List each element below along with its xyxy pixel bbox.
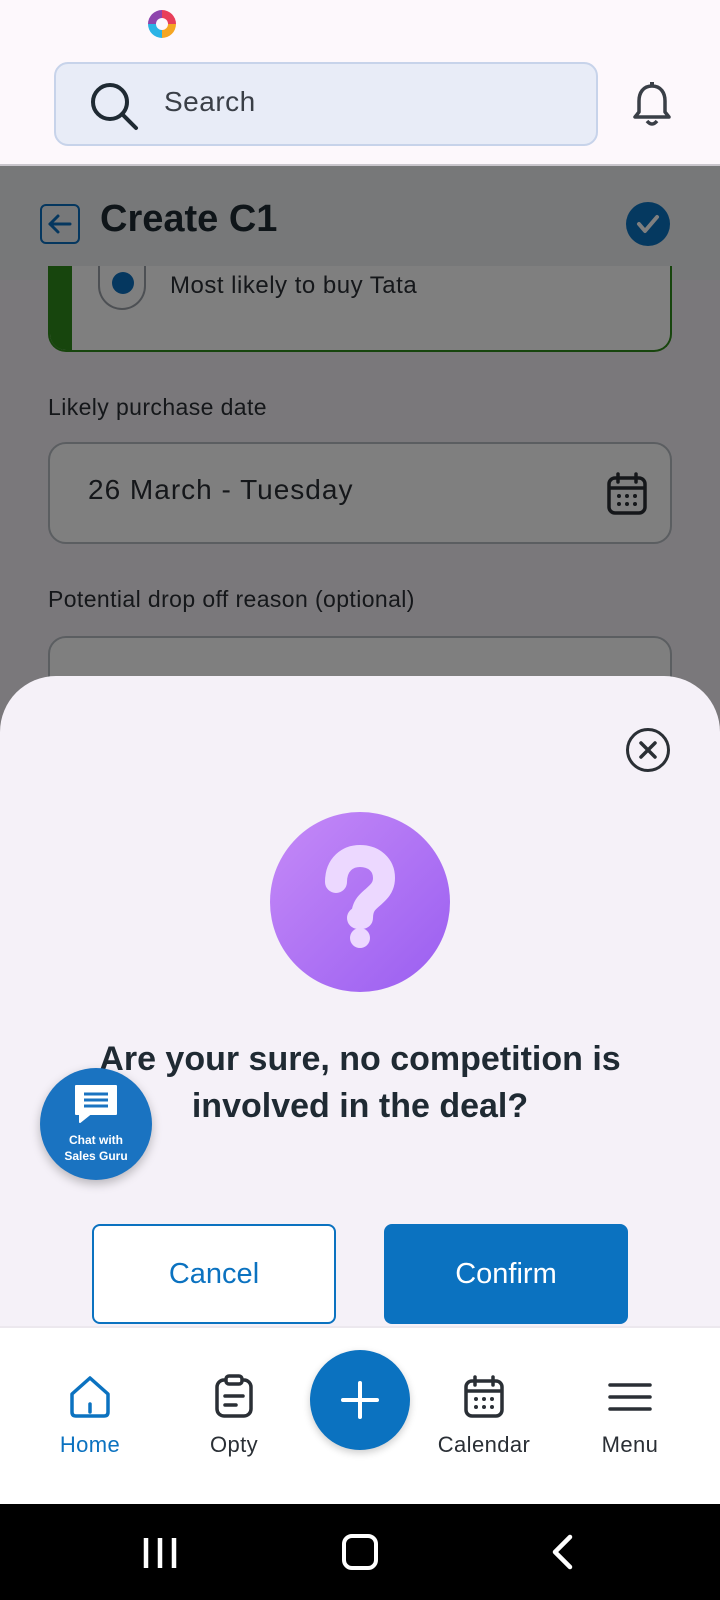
question-mark-icon bbox=[270, 812, 450, 992]
search-icon bbox=[91, 83, 138, 130]
search-input[interactable]: Search bbox=[54, 62, 598, 146]
add-button[interactable] bbox=[310, 1350, 410, 1450]
app-logo-icon bbox=[148, 10, 176, 38]
nav-label-opty: Opty bbox=[209, 1432, 259, 1457]
home-icon bbox=[70, 1376, 110, 1418]
recents-icon[interactable] bbox=[142, 1536, 178, 1570]
nav-item-menu[interactable]: Menu bbox=[560, 1328, 700, 1506]
clipboard-icon bbox=[215, 1374, 253, 1418]
plus-icon bbox=[341, 1381, 379, 1419]
back-nav-icon[interactable] bbox=[548, 1534, 576, 1570]
nav-label-menu: Menu bbox=[601, 1432, 659, 1457]
status-bar bbox=[0, 0, 720, 48]
chat-bubble-icon bbox=[75, 1085, 117, 1123]
confirm-button[interactable]: Confirm bbox=[384, 1224, 628, 1324]
confirmation-bottom-sheet: Are your sure, no competition is involve… bbox=[0, 676, 720, 1326]
chat-fab-label: Chat with Sales Guru bbox=[40, 1132, 152, 1164]
top-bar: Search bbox=[0, 48, 720, 166]
menu-icon bbox=[608, 1383, 652, 1411]
system-nav-bar bbox=[0, 1504, 720, 1600]
search-placeholder: Search bbox=[164, 86, 256, 117]
chat-fab-line2: Sales Guru bbox=[64, 1149, 128, 1163]
chat-sales-guru-button[interactable]: Chat with Sales Guru bbox=[40, 1068, 152, 1180]
home-nav-icon[interactable] bbox=[342, 1534, 378, 1570]
nav-label-home: Home bbox=[59, 1432, 121, 1457]
nav-item-opty[interactable]: Opty bbox=[164, 1328, 304, 1506]
nav-item-calendar[interactable]: Calendar bbox=[414, 1328, 554, 1506]
nav-label-calendar: Calendar bbox=[437, 1432, 531, 1457]
nav-item-home[interactable]: Home bbox=[20, 1328, 160, 1506]
close-icon[interactable] bbox=[626, 728, 670, 772]
calendar-icon bbox=[464, 1375, 504, 1418]
bottom-nav: Home Opty Calendar Menu bbox=[0, 1326, 720, 1504]
bell-icon[interactable] bbox=[630, 82, 674, 128]
cancel-button[interactable]: Cancel bbox=[92, 1224, 336, 1324]
chat-fab-line1: Chat with bbox=[69, 1133, 123, 1147]
